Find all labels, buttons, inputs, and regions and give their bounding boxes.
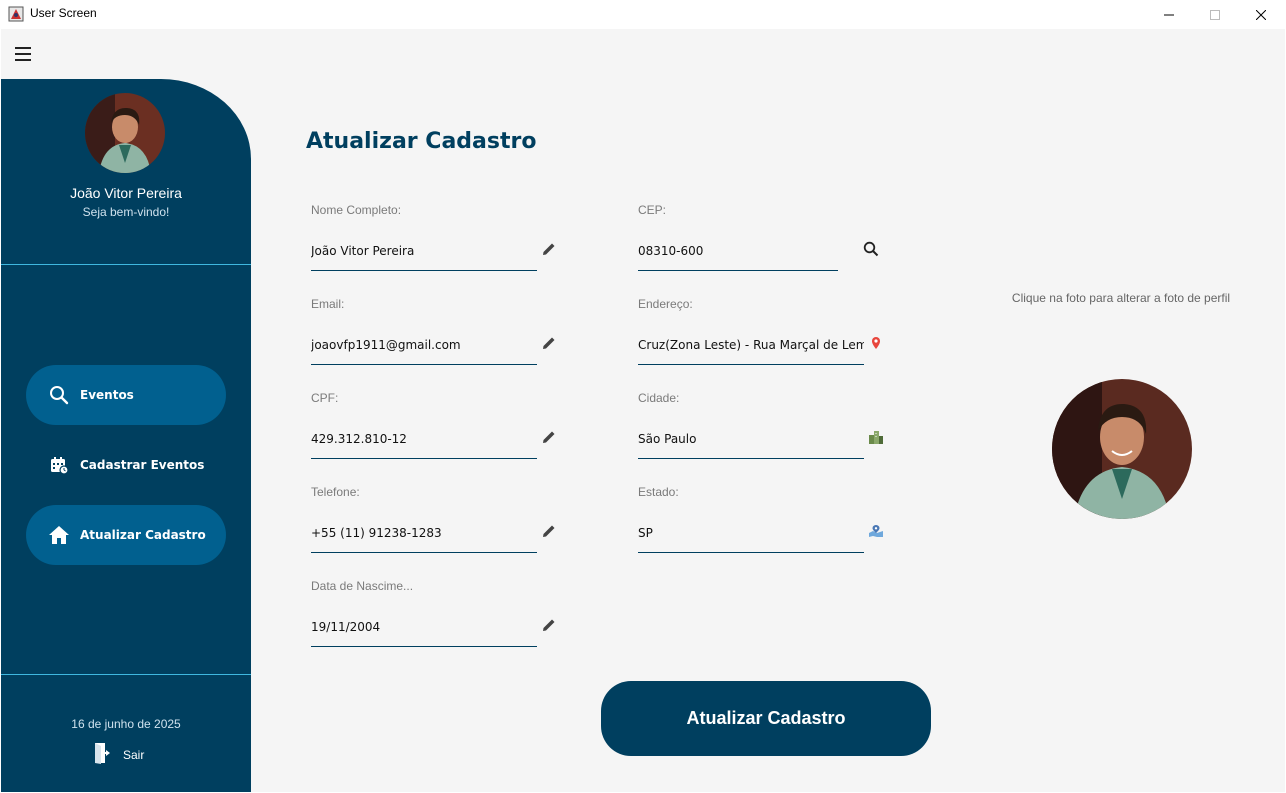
cidade-label: Cidade: xyxy=(638,391,680,405)
map-pin-icon[interactable] xyxy=(868,335,884,351)
profile-photo[interactable] xyxy=(1052,379,1192,519)
minimize-button[interactable] xyxy=(1146,0,1192,29)
top-bar xyxy=(1,29,1285,79)
sidebar-item-label: Cadastrar Eventos xyxy=(80,458,205,472)
avatar xyxy=(85,93,165,173)
window-titlebar: User Screen xyxy=(0,0,1286,29)
close-button[interactable] xyxy=(1238,0,1284,29)
logout-label: Sair xyxy=(123,748,145,762)
maximize-icon xyxy=(1210,9,1220,20)
map-icon[interactable] xyxy=(868,523,884,539)
menu-icon[interactable] xyxy=(15,47,31,61)
search-icon xyxy=(48,384,70,406)
email-field[interactable] xyxy=(311,325,537,365)
nascimento-label: Data de Nascime... xyxy=(311,579,414,593)
user-name: João Vitor Pereira xyxy=(70,185,182,201)
cidade-field[interactable] xyxy=(638,419,864,459)
estado-label: Estado: xyxy=(638,485,679,499)
sidebar-divider-bottom xyxy=(1,674,251,675)
app-body: João Vitor Pereira Seja bem-vindo! Event… xyxy=(1,29,1285,792)
pencil-icon[interactable] xyxy=(541,523,557,539)
window-title: User Screen xyxy=(30,6,97,20)
cep-field[interactable] xyxy=(638,231,838,271)
logout-button[interactable]: Sair xyxy=(93,742,144,768)
close-icon xyxy=(1256,9,1266,20)
sidebar-item-atualizar-cadastro[interactable]: Atualizar Cadastro xyxy=(26,505,226,565)
pencil-icon[interactable] xyxy=(541,241,557,257)
endereco-field[interactable] xyxy=(638,325,864,365)
telefone-field[interactable] xyxy=(311,513,537,553)
city-icon[interactable] xyxy=(868,429,884,445)
cep-label: CEP: xyxy=(638,203,667,217)
nascimento-field[interactable] xyxy=(311,607,537,647)
minimize-icon xyxy=(1164,14,1174,15)
sidebar-divider-top xyxy=(1,264,251,265)
nome-label: Nome Completo: xyxy=(311,203,402,217)
sidebar-item-label: Atualizar Cadastro xyxy=(80,528,206,542)
estado-field[interactable] xyxy=(638,513,864,553)
page-title: Atualizar Cadastro xyxy=(306,129,537,154)
atualizar-cadastro-button[interactable]: Atualizar Cadastro xyxy=(601,681,931,756)
pencil-icon[interactable] xyxy=(541,335,557,351)
telefone-label: Telefone: xyxy=(311,485,360,499)
logout-icon xyxy=(93,742,113,768)
current-date: 16 de junho de 2025 xyxy=(71,717,181,731)
search-icon[interactable] xyxy=(863,241,879,257)
pencil-icon[interactable] xyxy=(541,429,557,445)
java-app-icon xyxy=(8,6,24,22)
endereco-label: Endereço: xyxy=(638,297,693,311)
sidebar-item-cadastrar-eventos[interactable]: Cadastrar Eventos xyxy=(26,435,226,495)
home-icon xyxy=(48,524,70,546)
email-label: Email: xyxy=(311,297,345,311)
nome-field[interactable] xyxy=(311,231,537,271)
maximize-button[interactable] xyxy=(1192,0,1238,29)
sidebar: João Vitor Pereira Seja bem-vindo! Event… xyxy=(1,79,251,792)
welcome-text: Seja bem-vindo! xyxy=(82,205,170,219)
sidebar-item-eventos[interactable]: Eventos xyxy=(26,365,226,425)
sidebar-item-label: Eventos xyxy=(80,388,134,402)
photo-hint: Clique na foto para alterar a foto de pe… xyxy=(1011,291,1231,305)
pencil-icon[interactable] xyxy=(541,617,557,633)
calendar-icon xyxy=(48,454,70,476)
cpf-label: CPF: xyxy=(311,391,339,405)
cpf-field[interactable] xyxy=(311,419,537,459)
